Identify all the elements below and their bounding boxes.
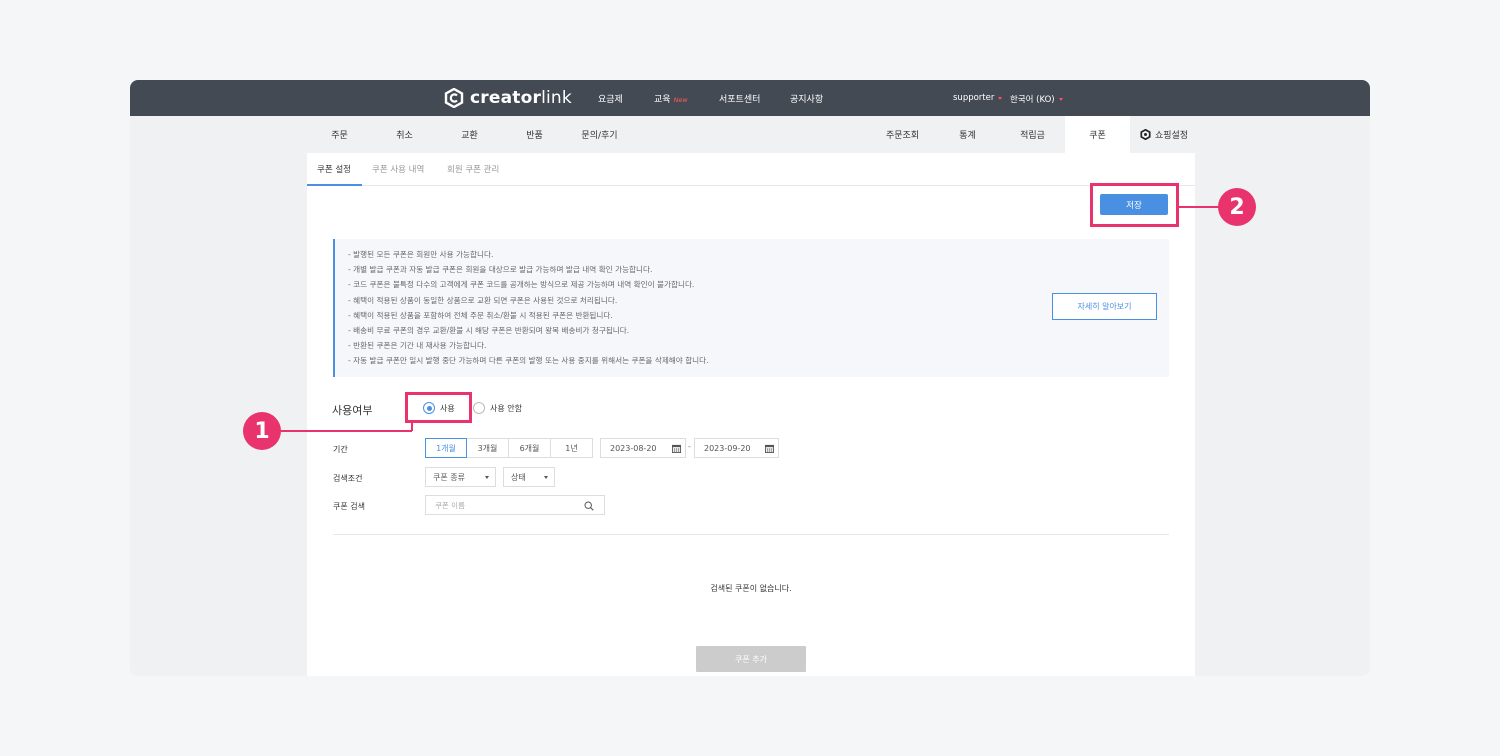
highlight-save <box>1090 183 1179 227</box>
date-separator: - <box>688 442 691 451</box>
coupon-search-label: 쿠폰 검색 <box>333 502 365 511</box>
caret-down-icon <box>485 476 489 479</box>
info-line: - 혜택이 적용된 상품이 동일한 상품으로 교환 되면 쿠폰은 사용된 것으로… <box>348 295 618 305</box>
main-tab-bar: 주문 취소 교환 반품 문의/후기 주문조회 통계 적립금 쿠폰 쇼핑설정 <box>130 116 1370 153</box>
tab-shop-settings[interactable]: 쇼핑설정 <box>1130 116 1198 153</box>
end-date-field[interactable]: 2023-09-20 <box>694 438 779 458</box>
tab-coupon[interactable]: 쿠폰 <box>1065 116 1130 153</box>
active-subtab-indicator <box>307 184 362 186</box>
start-date-value: 2023-08-20 <box>610 443 657 453</box>
radio-unchecked-icon <box>473 402 485 414</box>
subtab-member-coupon[interactable]: 회원 쿠폰 관리 <box>447 163 499 175</box>
search-icon[interactable] <box>584 501 594 511</box>
search-condition-label: 검색조건 <box>333 474 363 483</box>
subtab-coupon-settings[interactable]: 쿠폰 설정 <box>317 163 351 175</box>
tab-stats[interactable]: 통계 <box>935 116 1000 153</box>
tab-cancel[interactable]: 취소 <box>372 116 437 153</box>
coupon-type-select[interactable]: 쿠폰 종류 <box>425 467 496 487</box>
period-label: 기간 <box>333 445 348 454</box>
language-menu[interactable]: 한국어 (KO) <box>1010 93 1063 105</box>
section-divider <box>333 534 1169 535</box>
coupon-type-value: 쿠폰 종류 <box>433 472 465 482</box>
period-6-months[interactable]: 6개월 <box>508 438 551 458</box>
coupon-info-box: - 발행된 모든 쿠폰은 회원만 사용 가능합니다. - 개별 발급 쿠폰과 자… <box>333 239 1169 377</box>
start-date-field[interactable]: 2023-08-20 <box>600 438 686 458</box>
end-date-value: 2023-09-20 <box>704 443 751 453</box>
highlight-use-radio <box>405 392 472 423</box>
sub-tab-bar: 쿠폰 설정 쿠폰 사용 내역 회원 쿠폰 관리 <box>307 153 1195 186</box>
user-nav: supporter 한국어 (KO) <box>130 80 1370 116</box>
language-name: 한국어 (KO) <box>1010 95 1055 105</box>
tab-order-lookup[interactable]: 주문조회 <box>870 116 935 153</box>
info-line: - 반환된 쿠폰은 기간 내 재사용 가능합니다. <box>348 341 487 351</box>
callout-badge-2: 2 <box>1218 188 1256 226</box>
info-lines: - 발행된 모든 쿠폰은 회원만 사용 가능합니다. - 개별 발급 쿠폰과 자… <box>348 247 709 369</box>
tab-order[interactable]: 주문 <box>307 116 372 153</box>
tab-exchange[interactable]: 교환 <box>437 116 502 153</box>
info-line: - 배송비 무료 쿠폰의 경우 교환/환불 시 해당 쿠폰은 반환되며 왕복 배… <box>348 326 630 336</box>
period-1-month[interactable]: 1개월 <box>425 438 467 458</box>
info-line: - 개별 발급 쿠폰과 자동 발급 쿠폰은 회원을 대상으로 발급 가능하며 발… <box>348 265 653 275</box>
caret-down-icon <box>544 476 548 479</box>
tab-shop-settings-label: 쇼핑설정 <box>1154 131 1189 141</box>
caret-down-icon <box>998 96 1003 100</box>
info-line: - 혜택이 적용된 상품을 포함하여 전체 주문 취소/환불 시 적용된 쿠폰은… <box>348 310 613 320</box>
calendar-icon[interactable] <box>765 444 774 453</box>
info-line: - 코드 쿠폰은 불특정 다수의 고객에게 쿠폰 코드를 공개하는 방식으로 제… <box>348 280 695 290</box>
add-coupon-button[interactable]: 쿠폰 추가 <box>696 646 806 672</box>
learn-more-button[interactable]: 자세히 알아보기 <box>1052 293 1157 320</box>
status-value: 상태 <box>511 472 526 482</box>
user-menu[interactable]: supporter <box>953 93 1003 103</box>
callout-connector-1 <box>281 430 412 432</box>
tab-inquiry[interactable]: 문의/후기 <box>567 116 632 153</box>
user-name: supporter <box>953 93 995 103</box>
info-line: - 발행된 모든 쿠폰은 회원만 사용 가능합니다. <box>348 250 494 259</box>
info-line: - 자동 발급 쿠폰만 일시 발행 중단 가능하며 다른 쿠폰의 발행 또는 사… <box>348 356 709 366</box>
period-3-months[interactable]: 3개월 <box>466 438 509 458</box>
coupon-search-input[interactable]: 쿠폰 이름 <box>425 495 605 515</box>
hexagon-gear-icon <box>1140 129 1151 140</box>
caret-down-icon <box>1058 97 1063 101</box>
callout-badge-1: 1 <box>243 412 281 450</box>
status-select[interactable]: 상태 <box>503 467 555 487</box>
radio-not-use[interactable]: 사용 안함 <box>473 402 522 414</box>
tab-return[interactable]: 반품 <box>502 116 567 153</box>
radio-not-use-label: 사용 안함 <box>490 403 522 413</box>
app-window: creatorlink 요금제 교육 New 서포트센터 공지사항 support… <box>130 80 1370 676</box>
search-placeholder: 쿠폰 이름 <box>435 500 465 510</box>
usage-label: 사용여부 <box>332 404 373 417</box>
calendar-icon[interactable] <box>672 444 681 453</box>
tab-points[interactable]: 적립금 <box>1000 116 1065 153</box>
top-bar: creatorlink 요금제 교육 New 서포트센터 공지사항 support… <box>130 80 1370 116</box>
empty-result-message: 검색된 쿠폰이 없습니다. <box>710 584 792 593</box>
subtab-coupon-usage[interactable]: 쿠폰 사용 내역 <box>372 163 424 175</box>
callout-connector-2 <box>1179 206 1219 208</box>
period-1-year[interactable]: 1년 <box>550 438 593 458</box>
period-button-group: 1개월 3개월 6개월 1년 <box>425 438 593 458</box>
callout-connector-1-vertical <box>411 423 413 431</box>
